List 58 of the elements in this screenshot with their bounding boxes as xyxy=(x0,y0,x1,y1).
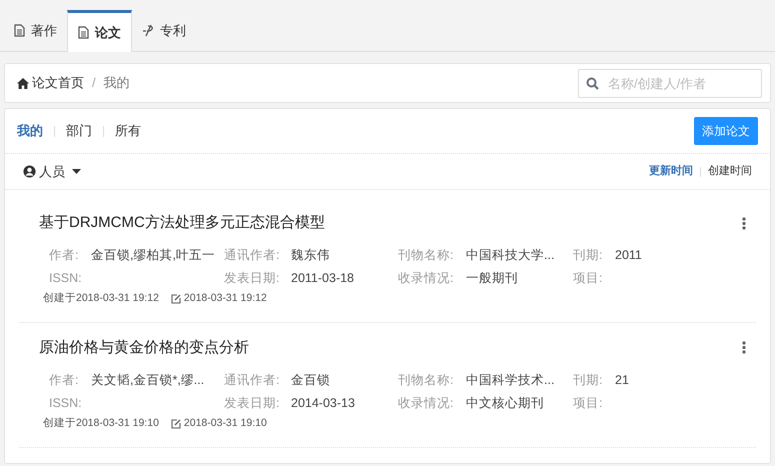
tab[interactable]: 论文 xyxy=(67,10,132,52)
more-icon[interactable] xyxy=(742,216,746,230)
field-value: 2014-03-13 xyxy=(291,396,355,410)
scope-tab[interactable]: 我的 xyxy=(17,121,43,141)
breadcrumb-link[interactable]: 论文首页 xyxy=(17,73,84,93)
edit-icon xyxy=(170,418,181,429)
field-label: 通讯作者: xyxy=(224,247,280,264)
field-label: 收录情况: xyxy=(398,270,454,288)
field-label: ISSN: xyxy=(49,394,83,412)
field-label: 作者: xyxy=(49,247,80,264)
updated-time: 2018-03-31 19:10 xyxy=(170,416,267,432)
field-label: 刊物名称: xyxy=(398,372,454,389)
paper-title[interactable]: 原油价格与黄金价格的变点分析 xyxy=(39,336,249,359)
field-value: 2011 xyxy=(615,248,642,262)
caret-icon xyxy=(72,169,81,174)
pen-icon xyxy=(142,24,154,37)
field-label: 刊期: xyxy=(573,372,604,389)
field-label: 发表日期: xyxy=(224,394,280,412)
field-label: 刊物名称: xyxy=(398,247,454,264)
field-value: 金百锁,缪柏其,叶五一 xyxy=(91,248,215,262)
search-icon xyxy=(586,76,599,90)
breadcrumb-current: 我的 xyxy=(104,74,130,92)
field-label: 项目: xyxy=(573,270,604,288)
breadcrumb-separator: / xyxy=(92,74,96,92)
field-value: 金百锁 xyxy=(291,372,330,387)
field-value: 魏东伟 xyxy=(291,248,330,262)
field-label: 发表日期: xyxy=(224,270,280,288)
person-filter-dropdown[interactable]: 人员 xyxy=(23,162,81,182)
scope-tab[interactable]: 部门 xyxy=(66,121,92,141)
field-label: 收录情况: xyxy=(398,394,454,412)
field-label: 项目: xyxy=(573,394,604,412)
home-icon xyxy=(17,78,29,88)
tab[interactable]: 著作 xyxy=(4,10,67,51)
user-icon xyxy=(23,165,36,178)
edit-icon xyxy=(170,294,181,304)
created-time: 创建于2018-03-31 19:12 xyxy=(43,291,159,306)
sort-option[interactable]: 更新时间 xyxy=(649,163,693,180)
field-label: 通讯作者: xyxy=(224,372,280,389)
document-icon xyxy=(78,26,89,39)
field-value: 中国科学技术... xyxy=(466,372,554,387)
sort-option[interactable]: 创建时间 xyxy=(708,163,752,180)
field-label: 作者: xyxy=(49,372,80,389)
field-value: 2011-03-18 xyxy=(291,271,354,286)
created-time: 创建于2018-03-31 19:10 xyxy=(43,416,159,431)
scope-tab[interactable]: 所有 xyxy=(115,121,141,141)
field-value: 中国科技大学... xyxy=(466,248,554,262)
paper-title[interactable]: 基于DRJMCMC方法处理多元正态混合模型 xyxy=(39,212,325,234)
tab[interactable]: 专利 xyxy=(132,10,196,51)
field-value: 一般期刊 xyxy=(466,271,518,286)
field-value: 21 xyxy=(615,372,629,387)
more-icon[interactable] xyxy=(742,341,746,354)
updated-time: 2018-03-31 19:12 xyxy=(170,291,267,307)
document-icon xyxy=(14,24,25,37)
field-value: 关文韬,金百锁*,缪... xyxy=(91,372,204,387)
field-value: 中文核心期刊 xyxy=(466,396,544,410)
field-label: ISSN: xyxy=(49,270,83,288)
search-field[interactable]: 名称/创建人/作者 xyxy=(578,68,762,98)
field-label: 刊期: xyxy=(573,247,604,264)
